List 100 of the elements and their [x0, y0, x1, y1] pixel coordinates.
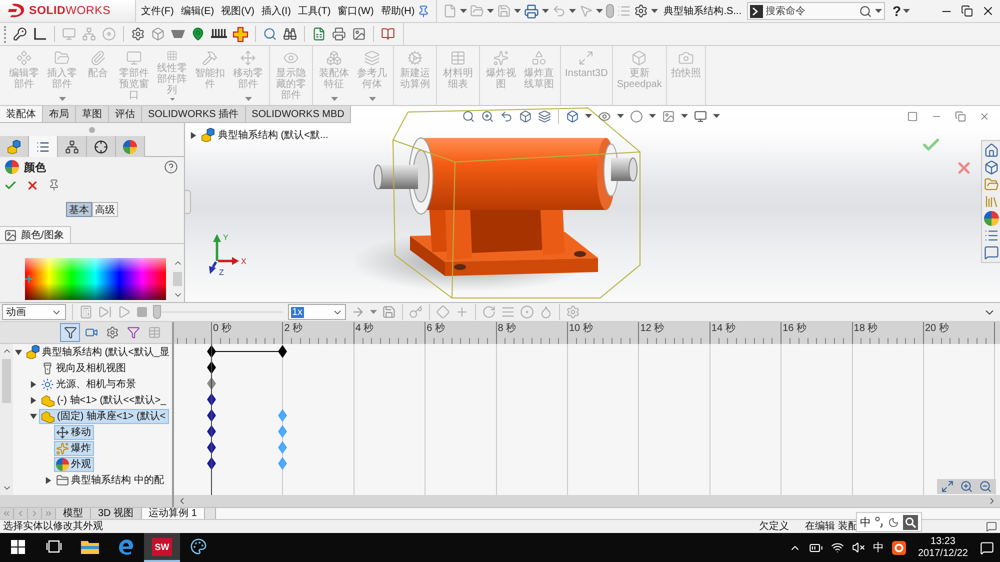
eye-icon[interactable] [598, 110, 611, 122]
document-tab[interactable]: 3D 视图 [91, 508, 142, 519]
cube-icon[interactable] [519, 110, 532, 122]
key-icon[interactable] [13, 27, 27, 41]
funnel-icon[interactable] [126, 326, 140, 339]
expand-arrow-icon[interactable] [190, 132, 197, 138]
menu-item[interactable]: 文件(F) [139, 1, 176, 21]
map-pin-icon[interactable] [191, 27, 205, 41]
menu-item[interactable]: 窗口(W) [336, 1, 376, 21]
task-view-icon[interactable] [46, 540, 62, 553]
flashlight-icon[interactable] [41, 362, 54, 374]
funnel-icon[interactable] [64, 326, 76, 339]
landscape-icon[interactable] [662, 110, 675, 122]
ime-logo-icon[interactable] [892, 540, 906, 554]
search-icon[interactable] [903, 514, 918, 530]
menu-item[interactable]: 插入(I) [259, 1, 293, 21]
tree-item[interactable]: 典型轴系结构 (默认<默认_显 [24, 344, 172, 360]
caret-icon[interactable] [585, 114, 592, 118]
folder-icon[interactable] [56, 474, 69, 486]
pin-icon[interactable] [48, 179, 60, 191]
comb-icon[interactable] [211, 28, 227, 40]
ribbon-tab[interactable]: SOLIDWORKS MBD [246, 106, 352, 123]
image-icon[interactable] [4, 228, 17, 242]
slider-thumb[interactable] [153, 305, 161, 319]
panel-collapse-handle[interactable] [185, 190, 191, 214]
caret-icon[interactable] [460, 9, 467, 13]
palette-icon[interactable] [190, 538, 206, 555]
expand-arrow-icon[interactable] [15, 348, 22, 356]
zoom-out-icon[interactable] [979, 480, 992, 493]
document-tab[interactable]: 模型 [56, 508, 91, 519]
input-language[interactable]: 中 [872, 540, 884, 555]
ribbon-tab[interactable]: 草图 [76, 106, 109, 123]
scrollbar[interactable] [0, 344, 13, 495]
arrow-right-icon[interactable] [351, 305, 365, 319]
muted-speaker-icon[interactable] [852, 541, 865, 554]
angle-ruler-icon[interactable] [33, 27, 47, 41]
restore-icon[interactable] [961, 5, 973, 17]
keyframe-marker[interactable] [278, 441, 287, 454]
book-icon[interactable] [381, 27, 395, 41]
mode-dropdown[interactable]: 动画 [2, 304, 66, 320]
search-icon[interactable] [858, 4, 872, 18]
zoom-in-icon[interactable] [960, 480, 973, 493]
caret-icon[interactable] [903, 9, 910, 13]
magnifier-icon[interactable] [263, 27, 277, 41]
sphere-icon[interactable] [630, 110, 643, 122]
scrollbar[interactable] [174, 495, 1000, 507]
close-icon[interactable] [981, 4, 995, 18]
keyframe-marker[interactable] [278, 457, 287, 470]
menu-item[interactable]: 编辑(E) [178, 1, 216, 21]
hierarchy-icon[interactable] [65, 140, 79, 154]
playback-slider[interactable] [153, 304, 283, 320]
toolbar-grip[interactable] [4, 26, 7, 42]
monitor-icon[interactable] [694, 110, 707, 122]
search-bar[interactable]: 搜索命令 [746, 2, 884, 20]
panel-tab[interactable] [29, 136, 58, 157]
menu-item[interactable]: 帮助(H) [378, 1, 417, 21]
tree-item[interactable]: (固定) 轴承座<1> (默认< [39, 408, 169, 424]
bowl-icon[interactable] [171, 28, 185, 40]
caret-icon[interactable] [713, 114, 720, 118]
panel-tab[interactable] [58, 136, 87, 157]
keyframe-marker[interactable] [278, 425, 287, 438]
caret-icon[interactable] [617, 114, 624, 118]
ribbon-tab[interactable]: 评估 [109, 106, 142, 123]
playhead-line[interactable] [210, 344, 212, 495]
move-icon[interactable] [56, 426, 69, 438]
expand-arrow-icon[interactable] [30, 396, 37, 404]
caret-icon[interactable] [370, 310, 377, 314]
clock[interactable]: 13:23 2017/12/22 [918, 536, 968, 560]
keyframe-marker[interactable] [278, 409, 287, 422]
filter-button[interactable] [60, 323, 80, 342]
crosshair-icon[interactable] [94, 140, 108, 154]
menu-item[interactable]: 工具(T) [296, 1, 333, 21]
square-icon[interactable] [907, 110, 918, 122]
image-icon[interactable] [352, 27, 366, 41]
check-icon[interactable] [4, 178, 17, 192]
grip-dot-icon[interactable] [89, 126, 95, 132]
caret-icon[interactable] [542, 9, 549, 13]
help-icon[interactable] [164, 160, 178, 174]
layers-icon[interactable] [538, 110, 551, 122]
cube-icon[interactable] [566, 110, 579, 122]
tree-item[interactable]: 光源、相机与布景 [39, 376, 139, 392]
help-button[interactable]: ? [892, 3, 902, 19]
ribbon-tab[interactable]: 装配体 [0, 106, 43, 123]
moon-icon[interactable] [888, 516, 899, 528]
menu-item[interactable]: 视图(V) [219, 1, 256, 21]
keyframe-marker[interactable] [278, 345, 287, 358]
expand-arrow-icon[interactable] [30, 380, 37, 388]
zoom-fit-icon[interactable] [941, 480, 954, 493]
browser-swirl-icon[interactable] [118, 538, 134, 554]
speech-bubble-icon[interactable] [986, 521, 997, 532]
tree-item[interactable]: 外观 [54, 456, 94, 472]
save-icon[interactable] [382, 305, 396, 319]
caret-icon[interactable] [650, 9, 658, 13]
speed-dropdown[interactable]: 1x [288, 304, 346, 320]
caret-icon[interactable] [649, 114, 656, 118]
tree-item[interactable]: (-) 轴<1> (默认<<默认>_ [39, 392, 170, 408]
list-icon[interactable] [984, 228, 998, 243]
cube-icon[interactable] [151, 27, 165, 41]
settings-icon[interactable] [634, 4, 648, 18]
caret-icon[interactable] [596, 9, 603, 13]
